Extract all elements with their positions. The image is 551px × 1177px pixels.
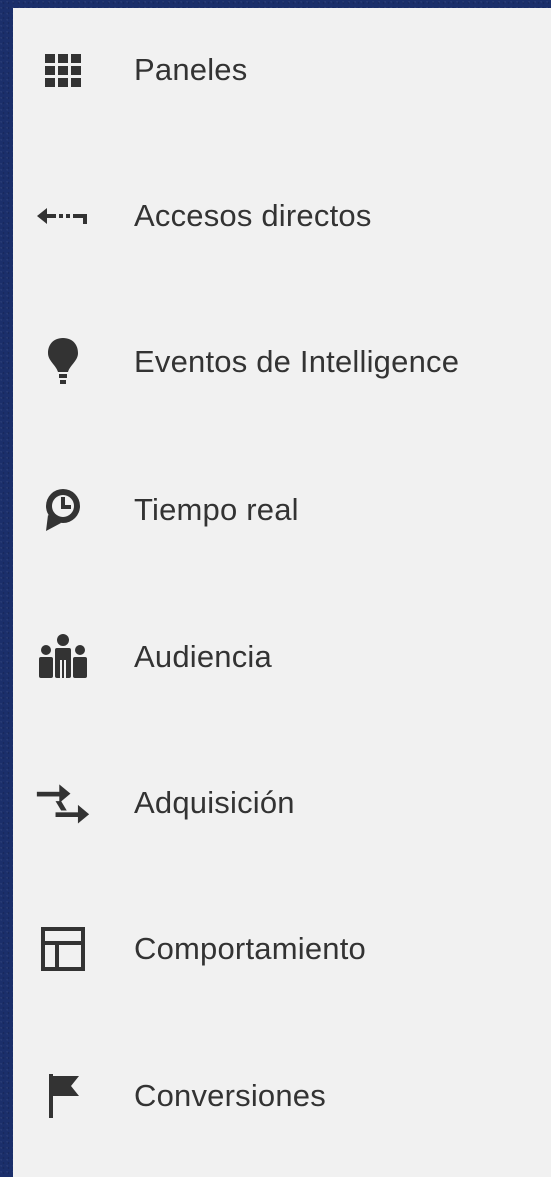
acquisition-arrows-icon (35, 775, 91, 831)
nav-item-label: Eventos de Intelligence (134, 344, 460, 379)
nav-item-label: Conversiones (134, 1078, 326, 1113)
nav-item-label: Comportamiento (134, 931, 366, 966)
nav-item-label: Accesos directos (134, 198, 372, 233)
nav-item-label: Tiempo real (134, 492, 299, 527)
nav-item-accesos-directos[interactable]: Accesos directos (13, 176, 551, 256)
nav-item-eventos-intelligence[interactable]: Eventos de Intelligence (13, 322, 551, 402)
nav-item-paneles[interactable]: Paneles (13, 30, 551, 110)
nav-item-conversiones[interactable]: Conversiones (13, 1056, 551, 1136)
nav-item-audiencia[interactable]: Audiencia (13, 617, 551, 697)
flag-icon (35, 1068, 91, 1124)
nav-item-label: Audiencia (134, 639, 272, 674)
layout-icon (35, 921, 91, 977)
shortcut-arrow-icon (35, 188, 91, 244)
lightbulb-icon (35, 334, 91, 390)
nav-item-tiempo-real[interactable]: Tiempo real (13, 470, 551, 550)
nav-item-label: Paneles (134, 52, 248, 87)
navigation-panel: Paneles Accesos directos Eventos de Inte… (13, 8, 551, 1177)
nav-item-comportamiento[interactable]: Comportamiento (13, 909, 551, 989)
grid-icon (35, 42, 91, 98)
nav-item-adquisicion[interactable]: Adquisición (13, 763, 551, 843)
clock-icon (35, 482, 91, 538)
people-icon (35, 629, 91, 685)
nav-item-label: Adquisición (134, 785, 295, 820)
